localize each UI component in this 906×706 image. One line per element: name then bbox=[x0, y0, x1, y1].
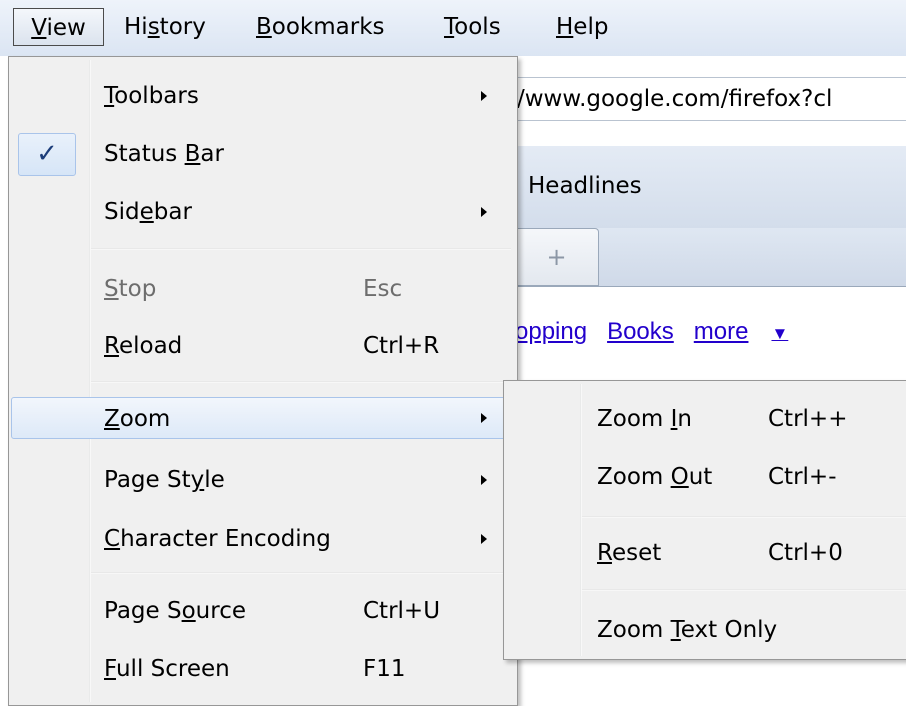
url-bar[interactable]: /www.google.com/firefox?cl bbox=[515, 77, 906, 121]
submenu-item-zoom-text-only[interactable]: Zoom Text Only bbox=[506, 609, 906, 651]
submenu-item-label: Zoom In bbox=[597, 406, 692, 432]
submenu-item-zoom-in[interactable]: Zoom In Ctrl++ bbox=[506, 398, 906, 440]
submenu-item-zoom-out[interactable]: Zoom Out Ctrl+- bbox=[506, 456, 906, 498]
menu-separator bbox=[91, 248, 511, 250]
submenu-arrow-icon bbox=[481, 534, 487, 544]
menu-item-label: Status Bar bbox=[104, 141, 224, 167]
submenu-item-reset[interactable]: Reset Ctrl+0 bbox=[506, 532, 906, 574]
submenu-item-label: Reset bbox=[597, 540, 662, 566]
menu-item-label: Sidebar bbox=[104, 199, 192, 225]
menu-item-label: Page Style bbox=[104, 467, 225, 493]
menu-item-label: Full Screen bbox=[104, 656, 230, 682]
menu-item-page-source[interactable]: Page Source Ctrl+U bbox=[11, 590, 513, 632]
zoom-submenu: Zoom In Ctrl++ Zoom Out Ctrl+- Reset Ctr… bbox=[503, 380, 906, 660]
menu-bar: View History Bookmarks Tools Help bbox=[0, 0, 906, 56]
submenu-separator bbox=[582, 516, 906, 518]
link-more[interactable]: more ▼ bbox=[694, 318, 809, 345]
shortcut-label: Ctrl+- bbox=[768, 464, 837, 490]
submenu-separator bbox=[582, 589, 906, 591]
menubar-help[interactable]: Help bbox=[556, 7, 608, 47]
menu-item-full-screen[interactable]: Full Screen F11 bbox=[11, 648, 513, 690]
menu-item-reload[interactable]: Reload Ctrl+R bbox=[11, 325, 513, 367]
link-books[interactable]: Books bbox=[607, 318, 674, 345]
menu-item-toolbars[interactable]: Toolbars bbox=[11, 75, 513, 117]
menu-item-status-bar[interactable]: Status Bar bbox=[11, 133, 513, 175]
submenu-arrow-icon bbox=[481, 475, 487, 485]
menubar-tools[interactable]: Tools bbox=[444, 7, 501, 47]
menubar-view[interactable]: View bbox=[13, 8, 104, 46]
submenu-arrow-icon bbox=[481, 207, 487, 217]
menu-item-label: Character Encoding bbox=[104, 526, 331, 552]
shortcut-label: Ctrl+0 bbox=[768, 540, 843, 566]
menu-item-label: Stop bbox=[104, 276, 157, 302]
shortcut-label: Ctrl++ bbox=[768, 406, 848, 432]
submenu-arrow-icon bbox=[481, 91, 487, 101]
google-links: opping Books more ▼ bbox=[515, 312, 828, 354]
submenu-arrow-icon bbox=[481, 413, 487, 423]
menu-separator bbox=[91, 381, 511, 383]
menu-item-sidebar[interactable]: Sidebar bbox=[11, 191, 513, 233]
menu-item-stop[interactable]: Stop Esc bbox=[11, 268, 513, 310]
menu-item-label: Toolbars bbox=[104, 83, 199, 109]
shortcut-label: Esc bbox=[363, 276, 403, 302]
menu-item-label: Page Source bbox=[104, 598, 246, 624]
menubar-bookmarks[interactable]: Bookmarks bbox=[256, 7, 385, 47]
submenu-item-label: Zoom Out bbox=[597, 464, 713, 490]
shortcut-label: Ctrl+U bbox=[363, 598, 441, 624]
menu-item-page-style[interactable]: Page Style bbox=[11, 459, 513, 501]
submenu-item-label: Zoom Text Only bbox=[597, 617, 778, 643]
menu-item-zoom[interactable]: Zoom bbox=[11, 397, 513, 439]
menu-item-character-encoding[interactable]: Character Encoding bbox=[11, 518, 513, 560]
shortcut-label: Ctrl+R bbox=[363, 333, 440, 359]
plus-icon: + bbox=[546, 243, 567, 271]
url-text: /www.google.com/firefox?cl bbox=[517, 86, 833, 112]
menu-item-label: Reload bbox=[104, 333, 183, 359]
dropdown-triangle-icon: ▼ bbox=[771, 324, 789, 343]
menubar-history[interactable]: History bbox=[124, 7, 206, 47]
menu-separator bbox=[91, 572, 511, 574]
menu-item-label: Zoom bbox=[104, 406, 171, 432]
view-menu: ✓ Toolbars Status Bar Sidebar Stop Esc R… bbox=[8, 56, 518, 706]
bookmark-headlines[interactable]: Headlines bbox=[528, 166, 642, 206]
shortcut-label: F11 bbox=[363, 656, 406, 682]
new-tab-button[interactable]: + bbox=[515, 228, 599, 286]
link-shopping[interactable]: opping bbox=[515, 318, 587, 345]
